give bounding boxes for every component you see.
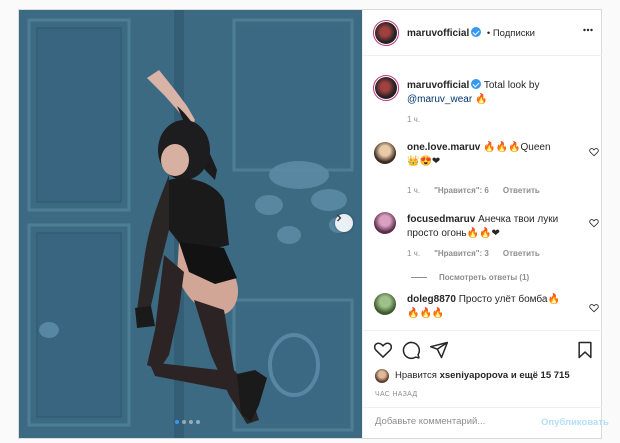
carousel-dots [175,420,200,424]
comment-username[interactable]: one.love.maruv [407,142,480,153]
comment-time: 1 ч. [407,186,421,195]
publish-button[interactable]: Опубликовать [541,417,609,428]
caption-username[interactable]: maruvofficial [407,80,469,91]
next-arrow-icon [337,214,342,222]
action-bar: Нравится xseniyapopova и ещё 15 715 ЧАС … [363,330,609,440]
instagram-post: maruvofficial • Подписки maruvofficial T… [18,9,609,440]
like-comment-heart-icon[interactable] [589,218,599,228]
verified-icon [471,27,482,37]
post-timestamp: ЧАС НАЗАД [375,391,418,398]
comment-text-line2: 🔥🔥🔥 [407,308,445,319]
post-photo[interactable] [19,10,362,438]
photo-image [19,10,362,438]
post-header: maruvofficial • Подписки [363,10,602,56]
comment: focusedmaruv Анечка твои луки просто ого… [407,213,577,241]
comment-box: Опубликовать [363,407,609,439]
carousel-dot [196,420,200,424]
caption-mention[interactable]: @maruv_wear [407,94,472,105]
comment-text-line2: просто огонь🔥🔥❤ [407,228,500,239]
heart-icon[interactable] [373,340,393,360]
view-replies[interactable]: Посмотреть ответы (1) [411,273,529,282]
comment-input[interactable] [375,416,525,427]
view-replies-label[interactable]: Посмотреть ответы (1) [439,273,529,282]
caption-time: 1 ч. [407,115,421,124]
comment-icon[interactable] [401,340,421,360]
comment-meta: 1 ч. "Нравится": 3 Ответить [407,249,540,258]
commenter-avatar[interactable] [374,293,396,315]
likes-prefix: Нравится [395,370,437,381]
comment-time: 1 ч. [407,249,421,258]
reply-button[interactable]: Ответить [503,186,540,195]
liker-username[interactable]: xseniyapopova [440,370,509,381]
caption-meta: 1 ч. [407,115,420,124]
verified-icon [471,79,482,89]
comment-text-line2: 👑😍❤ [407,156,441,167]
comment-username[interactable]: focusedmaruv [407,214,475,225]
comment: one.love.maruv 🔥🔥🔥Queen 👑😍❤ [407,141,577,169]
carousel-dot [189,420,193,424]
share-icon[interactable] [429,340,449,360]
bookmark-icon[interactable] [575,340,595,360]
commenter-avatar[interactable] [374,142,396,164]
author-username[interactable]: maruvofficial [407,28,469,39]
post-sidebar: maruvofficial • Подписки maruvofficial T… [362,10,609,440]
comment: doleg8870 Просто улёт бомба🔥 🔥🔥🔥 [407,293,587,321]
comment-username[interactable]: doleg8870 [407,294,456,305]
caption-emoji: 🔥 [474,94,488,105]
comment-text: Анечка твои луки [478,214,559,225]
comment-meta: 1 ч. "Нравится": 6 Ответить [407,186,540,195]
liker-avatar[interactable] [375,369,389,383]
like-comment-heart-icon[interactable] [589,147,599,157]
more-options-icon[interactable] [583,28,593,32]
caption: maruvofficial Total look by @maruv_wear … [407,79,587,107]
reply-button[interactable]: Ответить [503,249,540,258]
commenter-avatar[interactable] [374,212,396,234]
author-avatar[interactable] [373,20,399,46]
likes-summary: Нравится xseniyapopova и ещё 15 715 [395,370,570,381]
comment-text: Просто улёт бомба🔥 [458,294,560,305]
comment-likes[interactable]: "Нравится": 3 [434,249,489,258]
comment-likes[interactable]: "Нравится": 6 [434,186,489,195]
follow-status[interactable]: • Подписки [487,28,535,39]
comment-text: 🔥🔥🔥Queen [483,142,551,153]
next-photo-button[interactable] [335,214,353,232]
carousel-dot [175,420,179,424]
like-comment-heart-icon[interactable] [589,303,599,313]
caption-text: Total look by [483,80,540,91]
caption-avatar[interactable] [373,75,399,101]
carousel-dot [182,420,186,424]
replies-divider [411,277,427,278]
likes-count[interactable]: и ещё 15 715 [511,370,570,381]
